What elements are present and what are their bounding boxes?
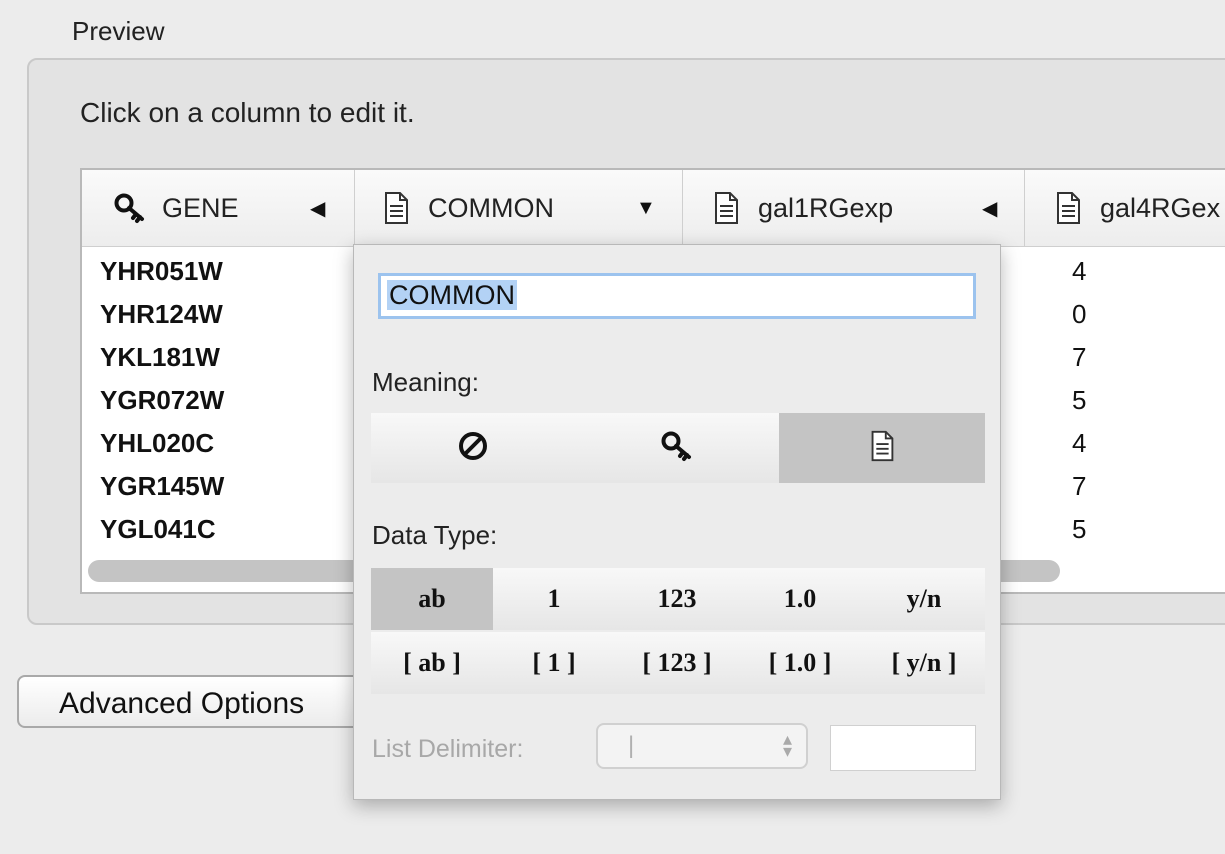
column-name-value: COMMON [387, 280, 517, 310]
data-type-integer-button[interactable]: 1 [493, 568, 615, 630]
list-type-string-button[interactable]: [ ab ] [371, 632, 493, 694]
list-delimiter-value: | [628, 732, 635, 759]
list-type-integer-button[interactable]: [ 1 ] [493, 632, 615, 694]
sort-arrow-icon[interactable]: ◀ [310, 196, 325, 221]
instructions-text: Click on a column to edit it. [80, 97, 415, 128]
table-cell: YHR051W [100, 256, 223, 286]
document-icon [1050, 190, 1086, 226]
table-cell: 4 [1072, 428, 1087, 458]
custom-delimiter-input[interactable] [830, 725, 976, 771]
column-header-label: gal4RGex [1100, 192, 1221, 223]
data-type-label: Data Type: [372, 520, 498, 550]
document-icon [865, 428, 899, 469]
column-header-label: GENE [162, 192, 239, 223]
partial-column-cells: 4 0 7 5 4 7 5 [1072, 250, 1092, 551]
meaning-selector [371, 413, 985, 483]
document-icon [378, 190, 414, 226]
document-icon [708, 190, 744, 226]
table-header: GENE ◀ COMMON ▼ gal1RGexp ◀ gal4RGex [82, 170, 1225, 247]
table-cell: 7 [1072, 342, 1087, 372]
meaning-none-button[interactable] [371, 413, 575, 483]
column-header-gal1rgexp[interactable]: gal1RGexp ◀ [682, 170, 1025, 246]
column-header-gal4rgexp[interactable]: gal4RGex [1024, 170, 1225, 246]
column-header-gene[interactable]: GENE ◀ [82, 170, 355, 246]
sort-arrow-icon[interactable]: ◀ [982, 196, 997, 221]
column-header-common[interactable]: COMMON ▼ [354, 170, 683, 246]
data-type-string-button[interactable]: ab [371, 568, 493, 630]
table-cell: YHR124W [100, 299, 223, 329]
key-icon [659, 428, 695, 469]
column-header-label: COMMON [428, 192, 554, 223]
column-name-input[interactable]: COMMON [378, 273, 976, 319]
list-type-float-button[interactable]: [ 1.0 ] [739, 632, 861, 694]
data-type-selector: ab 1 123 1.0 y/n [371, 568, 985, 630]
table-cell: YGR145W [100, 471, 225, 501]
table-cell: 0 [1072, 299, 1087, 329]
table-cell: YGL041C [100, 514, 216, 544]
list-delimiter-select[interactable]: | ▴ ▾ [596, 723, 808, 769]
list-type-long-button[interactable]: [ 123 ] [616, 632, 738, 694]
gene-column-cells: YHR051W YHR124W YKL181W YGR072W YHL020C … [100, 250, 224, 551]
meaning-attribute-button[interactable] [779, 413, 985, 483]
table-cell: 5 [1072, 514, 1087, 544]
list-delimiter-label: List Delimiter: [372, 735, 524, 763]
table-cell: 5 [1072, 385, 1087, 415]
list-type-boolean-button[interactable]: [ y/n ] [863, 632, 985, 694]
column-editor-popup: COMMON Meaning: Data Type: ab 1 123 1.0 … [353, 244, 1001, 800]
data-type-long-button[interactable]: 123 [616, 568, 738, 630]
meaning-key-button[interactable] [575, 413, 779, 483]
key-icon [112, 190, 148, 226]
data-type-boolean-button[interactable]: y/n [863, 568, 985, 630]
preview-title: Preview [72, 16, 165, 46]
table-cell: 4 [1072, 256, 1087, 286]
meaning-label: Meaning: [372, 367, 479, 397]
data-type-float-button[interactable]: 1.0 [739, 568, 861, 630]
prohibited-icon [456, 429, 490, 468]
table-cell: YKL181W [100, 342, 220, 372]
updown-arrows-icon: ▴ ▾ [782, 729, 792, 761]
list-type-selector: [ ab ] [ 1 ] [ 123 ] [ 1.0 ] [ y/n ] [371, 632, 985, 694]
table-cell: YHL020C [100, 428, 215, 458]
dropdown-arrow-icon[interactable]: ▼ [636, 197, 656, 220]
table-cell: 7 [1072, 471, 1087, 501]
table-cell: YGR072W [100, 385, 225, 415]
column-header-label: gal1RGexp [758, 192, 894, 223]
